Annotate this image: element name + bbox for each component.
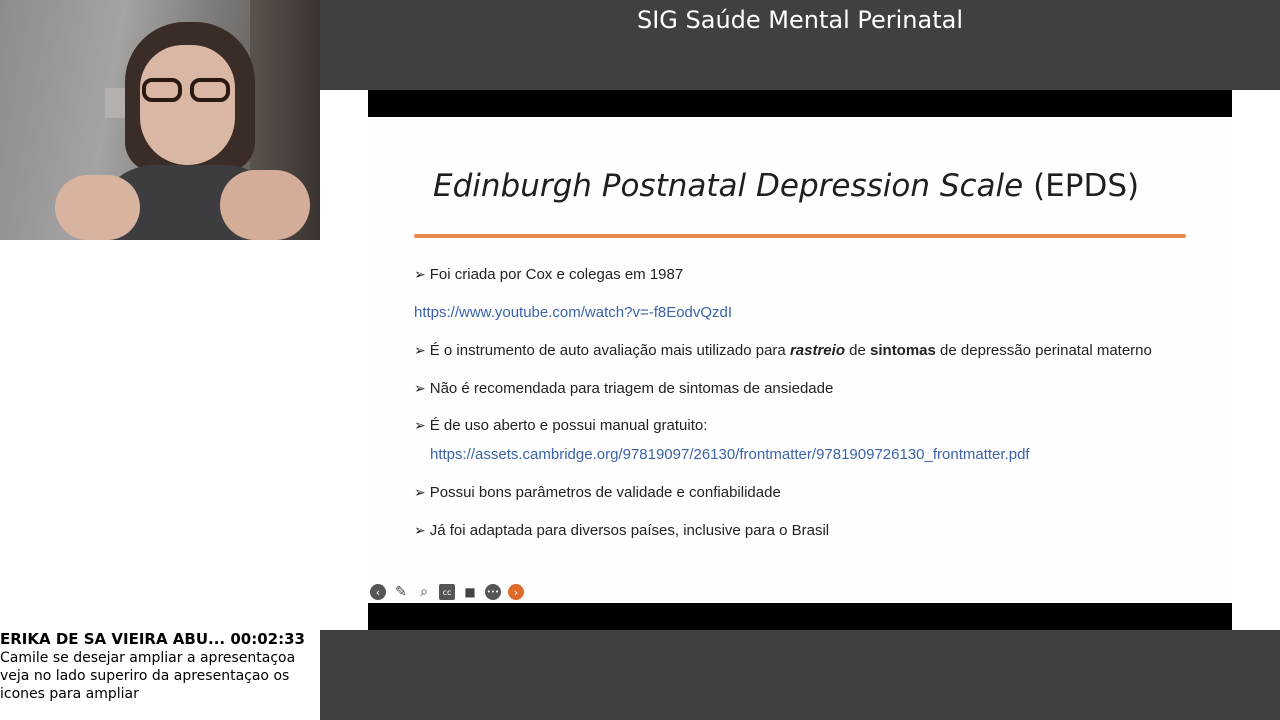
bullet-arrow-icon: ➢ (414, 266, 426, 282)
bullet-text: Não é recomendada para triagem de sintom… (429, 380, 834, 397)
bullet-text: É de uso aberto e possui manual gratuito… (429, 417, 708, 434)
bullet-text: Já foi adaptada para diversos países, in… (429, 522, 830, 539)
session-title: SIG Saúde Mental Perinatal (636, 6, 964, 34)
bullet-text-strong: sintomas (870, 342, 936, 359)
bullet-text-pre: É o instrumento de auto avaliação mais u… (429, 342, 790, 359)
captions-icon[interactable]: cc (439, 584, 455, 600)
chat-sender: ERIKA DE SA VIEIRA ABU... 00:02:33 (0, 630, 305, 648)
bullet-text-post: de depressão perinatal materno (935, 342, 1152, 359)
pen-icon[interactable]: ✎ (393, 584, 409, 600)
presenter-hand-right (220, 170, 310, 240)
bullet-text-mid: de (844, 342, 871, 359)
more-icon[interactable]: ••• (485, 584, 501, 600)
bullet-text-emphasis: rastreio (789, 342, 845, 359)
chat-message: Camile se desejar ampliar a apresentaçoa… (0, 650, 296, 702)
bullet-arrow-icon: ➢ (414, 342, 426, 358)
slide-letterbox-bottom (368, 603, 1232, 630)
bullet-arrow-icon: ➢ (414, 380, 426, 396)
bottom-panel (320, 630, 1280, 720)
bullet-item: ➢ É o instrumento de auto avaliação mais … (414, 342, 1152, 359)
back-icon[interactable]: ‹ (370, 584, 386, 600)
camera-icon[interactable]: ■ (462, 584, 478, 600)
bullet-item: ➢ Não é recomendada para triagem de sinto… (414, 380, 833, 397)
presenter-face (140, 45, 235, 165)
webcam-video (0, 0, 320, 240)
title-divider (414, 234, 1186, 238)
bullet-item: ➢ É de uso aberto e possui manual gratuit… (414, 417, 707, 434)
youtube-link[interactable]: https://www.youtube.com/watch?v=-f8EodvQ… (414, 304, 732, 321)
zoom-icon[interactable]: ⌕ (416, 584, 432, 600)
slide-controls: ‹ ✎ ⌕ cc ■ ••• › (370, 584, 524, 600)
bullet-arrow-icon: ➢ (414, 484, 426, 500)
bullet-text: Foi criada por Cox e colegas em 1987 (429, 266, 684, 283)
presenter-hand-left (55, 175, 140, 240)
bullet-item: ➢ Foi criada por Cox e colegas em 1987 (414, 266, 683, 283)
bullet-item: ➢ Já foi adaptada para diversos países, i… (414, 522, 829, 539)
bullet-item: ➢ Possui bons parâmetros de validade e co… (414, 484, 781, 501)
bullet-text: Possui bons parâmetros de validade e con… (429, 484, 781, 501)
next-icon[interactable]: › (508, 584, 524, 600)
slide-letterbox-top (368, 90, 1232, 117)
bullet-arrow-icon: ➢ (414, 522, 426, 538)
cambridge-link[interactable]: https://assets.cambridge.org/97819097/26… (430, 446, 1030, 463)
presenter-glasses (140, 78, 236, 104)
bullet-arrow-icon: ➢ (414, 417, 426, 433)
slide-title: Edinburgh Postnatal Depression Scale (EP… (433, 168, 1139, 204)
slide-title-italic: Edinburgh Postnatal Depression Scale (433, 168, 1024, 204)
slide-title-suffix: (EPDS) (1023, 168, 1140, 204)
